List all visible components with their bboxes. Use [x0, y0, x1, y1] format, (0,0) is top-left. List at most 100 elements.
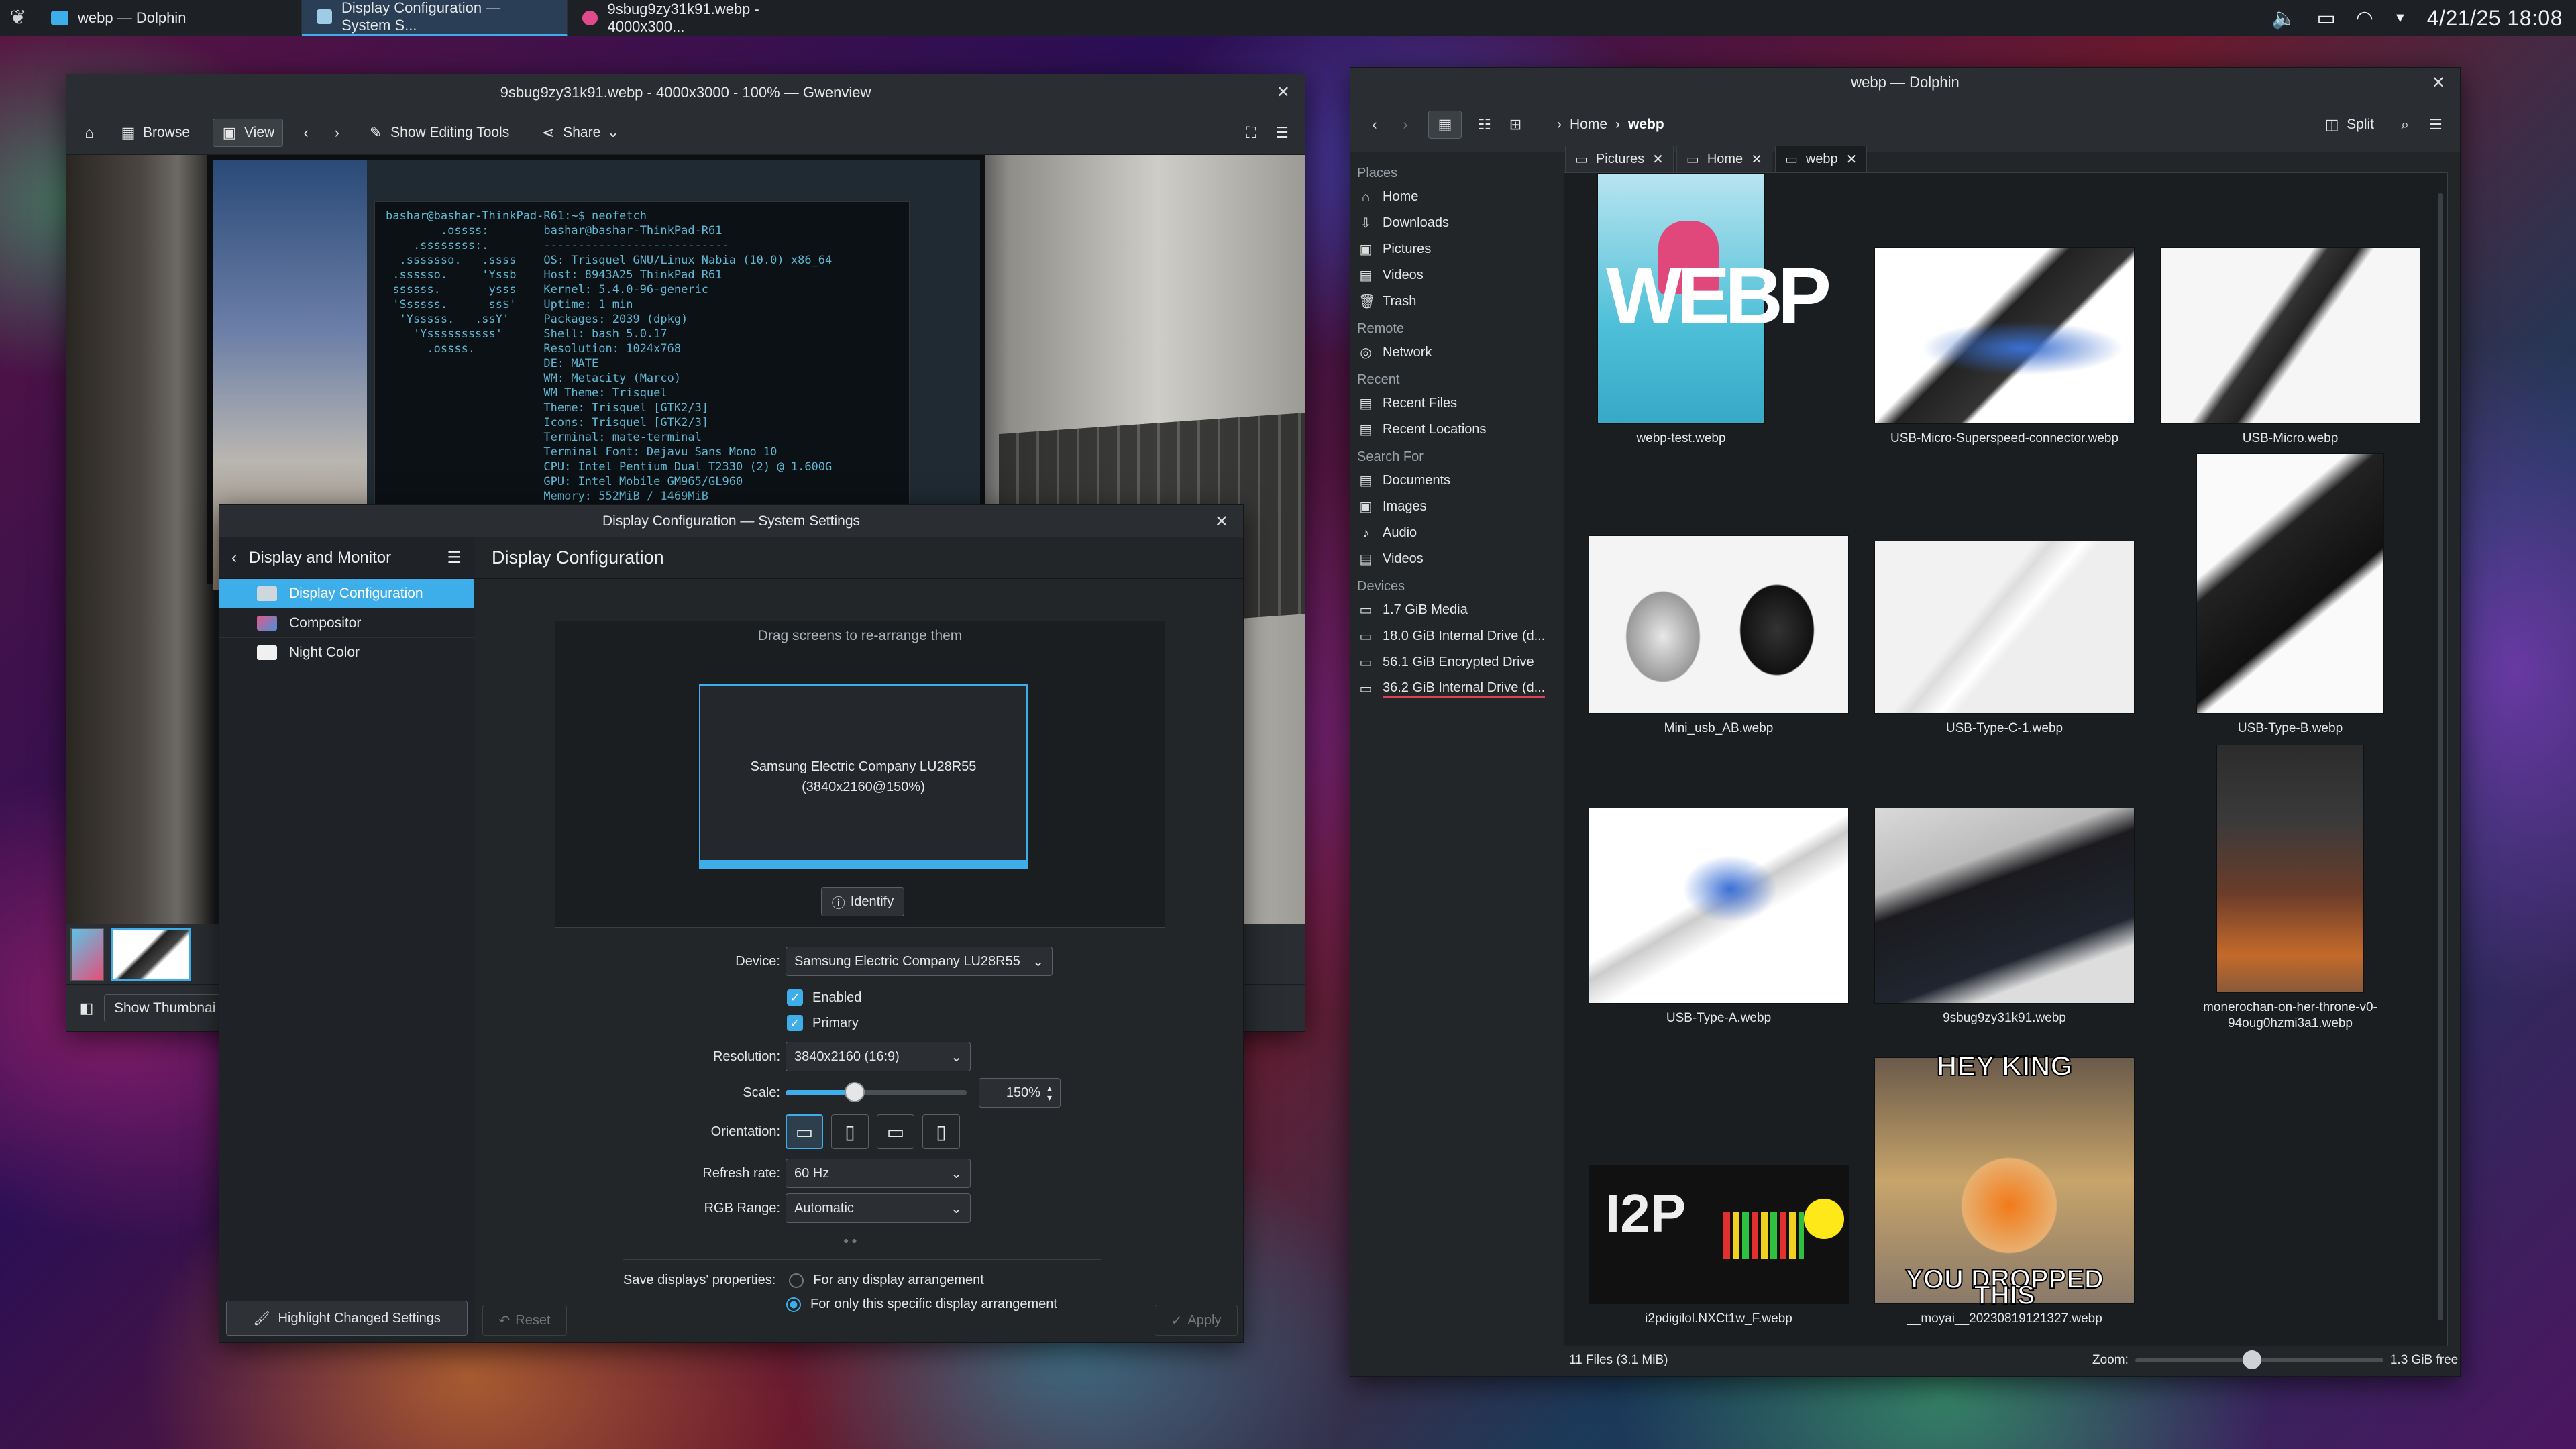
- places-item[interactable]: ▭ 36.2 GiB Internal Drive (d...: [1350, 676, 1558, 702]
- share-button[interactable]: ⋖ Share ⌄: [532, 119, 627, 146]
- details-view-icon[interactable]: ⊞: [1507, 116, 1523, 133]
- breadcrumb-home[interactable]: Home: [1570, 117, 1607, 133]
- radio-any-arrangement[interactable]: [789, 1273, 804, 1288]
- places-item[interactable]: ▭ 56.1 GiB Encrypted Drive: [1350, 649, 1558, 676]
- file-item[interactable]: HEY KING YOU DROPPED THIS __moyai__20230…: [1870, 1051, 2139, 1327]
- reset-button[interactable]: ↶ Reset: [482, 1305, 567, 1336]
- places-item[interactable]: ▭ 1.7 GiB Media: [1350, 597, 1558, 623]
- places-item[interactable]: ▤ Recent Locations: [1350, 417, 1558, 443]
- scale-slider-handle[interactable]: [844, 1082, 865, 1102]
- icons-view-button[interactable]: ▦: [1428, 110, 1462, 139]
- device-select[interactable]: Samsung Electric Company LU28R55 ⌄: [786, 947, 1053, 976]
- thumbnail[interactable]: [70, 928, 104, 981]
- tab-pictures[interactable]: ▭ Pictures ✕: [1565, 146, 1674, 172]
- editing-tools-button[interactable]: ✎ Show Editing Tools: [360, 119, 517, 146]
- back-icon[interactable]: ‹: [1366, 116, 1383, 133]
- orientation-portrait-flipped-button[interactable]: ▯: [922, 1114, 960, 1149]
- battery-icon[interactable]: ▭: [2316, 7, 2335, 30]
- task-dolphin[interactable]: webp — Dolphin: [36, 0, 302, 36]
- tray-expand-icon[interactable]: ▼: [2394, 11, 2407, 26]
- places-item[interactable]: ▤ Documents: [1350, 468, 1558, 494]
- sidebar-toggle-icon[interactable]: ◧: [78, 1000, 95, 1016]
- zoom-slider-handle[interactable]: [2242, 1350, 2261, 1369]
- file-item[interactable]: Mini_usb_AB.webp: [1585, 535, 1853, 737]
- places-item[interactable]: ▭ 18.0 GiB Internal Drive (d...: [1350, 623, 1558, 649]
- file-item[interactable]: USB-Type-C-1.webp: [1870, 541, 2139, 737]
- refresh-rate-select[interactable]: 60 Hz ⌄: [786, 1159, 971, 1188]
- file-item[interactable]: 9sbug9zy31k91.webp: [1870, 808, 2139, 1026]
- close-icon[interactable]: ✕: [1751, 151, 1762, 168]
- close-icon[interactable]: ✕: [1652, 151, 1664, 168]
- file-item[interactable]: USB-Micro.webp: [2156, 247, 2424, 447]
- resolution-select[interactable]: 3840x2160 (16:9) ⌄: [786, 1042, 971, 1071]
- hamburger-menu-icon[interactable]: ☰: [447, 548, 462, 568]
- radio-specific-arrangement[interactable]: [786, 1297, 801, 1312]
- hamburger-menu-icon[interactable]: ☰: [1274, 124, 1290, 141]
- file-item[interactable]: USB-Type-B.webp: [2190, 453, 2391, 737]
- rgb-range-select[interactable]: Automatic ⌄: [786, 1193, 971, 1223]
- places-item[interactable]: ⇩ Downloads: [1350, 210, 1558, 236]
- file-view[interactable]: WEBP webp-test.webp USB-Micro-Superspeed…: [1564, 172, 2448, 1346]
- forward-icon[interactable]: ›: [1397, 116, 1413, 133]
- next-icon[interactable]: ›: [329, 124, 345, 141]
- settings-titlebar[interactable]: Display Configuration — System Settings …: [219, 505, 1243, 537]
- file-item[interactable]: WEBP webp-test.webp: [1597, 173, 1831, 447]
- wifi-icon[interactable]: ◠: [2356, 7, 2373, 30]
- monitor-preview[interactable]: Samsung Electric Company LU28R55 (3840x2…: [699, 684, 1028, 869]
- file-item[interactable]: USB-Micro-Superspeed-connector.webp: [1870, 247, 2139, 447]
- orientation-landscape-button[interactable]: ▭: [786, 1114, 823, 1149]
- show-thumbnails-button[interactable]: Show Thumbnai: [104, 994, 226, 1022]
- file-item[interactable]: USB-Type-A.webp: [1585, 808, 1853, 1026]
- hamburger-menu-icon[interactable]: ☰: [2428, 116, 2444, 133]
- compact-view-icon[interactable]: ☷: [1477, 116, 1493, 133]
- app-launcher-icon[interactable]: ❦: [0, 0, 36, 36]
- primary-checkbox[interactable]: ✓: [787, 1015, 803, 1031]
- sidebar-item-display-configuration[interactable]: Display Configuration: [219, 579, 474, 608]
- places-item[interactable]: ▤ Videos: [1350, 546, 1558, 572]
- enabled-checkbox[interactable]: ✓: [787, 989, 803, 1006]
- browse-button[interactable]: ▦ Browse: [112, 119, 198, 146]
- tab-home[interactable]: ▭ Home ✕: [1676, 146, 1772, 172]
- thumbnail-selected[interactable]: [111, 928, 191, 981]
- places-item[interactable]: ▣ Pictures: [1350, 236, 1558, 262]
- fullscreen-icon[interactable]: ⛶: [1243, 124, 1259, 141]
- scale-slider[interactable]: [786, 1082, 967, 1102]
- sidebar-item-night-color[interactable]: Night Color: [219, 638, 474, 667]
- view-button[interactable]: ▣ View: [213, 118, 284, 147]
- file-item[interactable]: monerochan-on-her-throne-v0-94oug0hzmi3a…: [2163, 745, 2418, 1032]
- zoom-slider[interactable]: [2135, 1350, 2383, 1369]
- places-item[interactable]: ⌂ Home: [1350, 184, 1558, 210]
- places-item[interactable]: ♪ Audio: [1350, 520, 1558, 546]
- search-icon[interactable]: ⌕: [2397, 116, 2413, 133]
- orientation-portrait-button[interactable]: ▯: [831, 1114, 869, 1149]
- places-item[interactable]: ▤ Videos: [1350, 262, 1558, 288]
- dolphin-titlebar[interactable]: webp — Dolphin ✕: [1350, 68, 2460, 97]
- clock[interactable]: 4/21/25 18:08: [2427, 6, 2563, 31]
- close-icon[interactable]: ✕: [1277, 83, 1290, 102]
- places-item[interactable]: 🗑 Trash: [1350, 288, 1558, 315]
- split-button[interactable]: ◫ Split: [2316, 111, 2382, 138]
- places-item[interactable]: ▤ Recent Files: [1350, 390, 1558, 417]
- orientation-landscape-flipped-button[interactable]: ▭: [877, 1114, 914, 1149]
- back-icon[interactable]: ‹: [231, 549, 237, 568]
- file-item[interactable]: I2P i2pdigilol.NXCt1w_F.webp: [1585, 1165, 1853, 1327]
- task-gwenview[interactable]: 9sbug9zy31k91.webp - 4000x300...: [568, 0, 833, 36]
- close-icon[interactable]: ✕: [2432, 73, 2445, 93]
- task-system-settings[interactable]: Display Configuration — System S...: [302, 0, 568, 36]
- apply-button[interactable]: ✓ Apply: [1155, 1305, 1238, 1336]
- scrollbar[interactable]: [2438, 193, 2443, 1320]
- screen-arrangement-area[interactable]: Drag screens to re-arrange them Samsung …: [555, 621, 1165, 928]
- close-icon[interactable]: ✕: [1846, 151, 1858, 168]
- previous-icon[interactable]: ‹: [298, 124, 314, 141]
- home-icon[interactable]: ⌂: [81, 124, 97, 141]
- places-item[interactable]: ◎ Network: [1350, 339, 1558, 366]
- tab-webp[interactable]: ▭ webp ✕: [1774, 146, 1868, 172]
- scale-spinbox[interactable]: 150% ▴ ▾: [979, 1078, 1061, 1108]
- places-item[interactable]: ▣ Images: [1350, 494, 1558, 520]
- gwenview-titlebar[interactable]: 9sbug9zy31k91.webp - 4000x3000 - 100% — …: [66, 74, 1305, 111]
- highlight-changed-settings-button[interactable]: 🖌 Highlight Changed Settings: [226, 1301, 468, 1336]
- close-icon[interactable]: ✕: [1215, 512, 1228, 531]
- breadcrumb-current[interactable]: webp: [1628, 117, 1664, 133]
- identify-button[interactable]: ⓘ Identify: [821, 887, 904, 916]
- volume-icon[interactable]: 🔈: [2271, 7, 2296, 30]
